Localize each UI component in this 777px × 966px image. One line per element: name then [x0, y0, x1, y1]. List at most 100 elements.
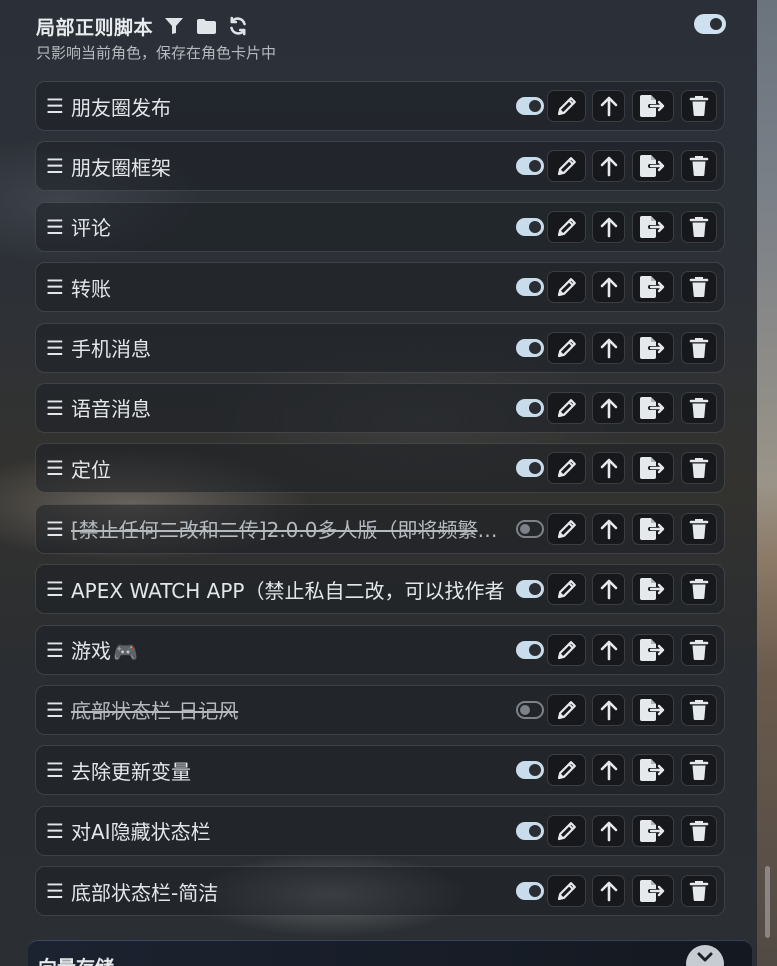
script-enable-toggle[interactable]: [516, 640, 544, 659]
drag-handle-icon[interactable]: ☰: [45, 96, 65, 116]
drag-handle-icon[interactable]: ☰: [45, 458, 65, 478]
export-button[interactable]: [632, 90, 674, 122]
script-row[interactable]: ☰ 朋友圈框架: [35, 141, 725, 192]
chevron-down-icon[interactable]: [686, 945, 724, 966]
script-row[interactable]: ☰ APEX WATCH APP（禁止私自二改，可以找作者: [35, 564, 725, 615]
script-enable-toggle[interactable]: [516, 338, 544, 357]
export-button[interactable]: [632, 633, 674, 666]
script-enable-toggle[interactable]: [516, 459, 544, 478]
vector-storage-section-header[interactable]: 向量存储: [28, 940, 752, 966]
drag-handle-icon[interactable]: ☰: [45, 640, 65, 660]
drag-handle-icon[interactable]: ☰: [45, 519, 65, 539]
script-row[interactable]: ☰ 游戏 🎮: [35, 624, 725, 675]
delete-button[interactable]: [681, 633, 717, 666]
edit-button[interactable]: [547, 875, 586, 908]
move-up-button[interactable]: [592, 875, 625, 908]
delete-button[interactable]: [681, 452, 717, 485]
move-up-button[interactable]: [592, 693, 625, 726]
script-row[interactable]: ☰ 对AI隐藏状态栏: [35, 805, 725, 856]
move-up-button[interactable]: [592, 452, 625, 485]
move-up-button[interactable]: [592, 573, 625, 606]
script-row[interactable]: ☰ 底部状态栏-简洁: [35, 866, 725, 917]
export-button[interactable]: [632, 150, 674, 183]
move-up-button[interactable]: [592, 633, 625, 666]
script-enable-toggle[interactable]: [516, 217, 544, 236]
drag-handle-icon[interactable]: ☰: [45, 821, 65, 841]
delete-button[interactable]: [681, 391, 717, 424]
edit-button[interactable]: [547, 573, 586, 606]
delete-button[interactable]: [681, 150, 717, 183]
edit-button[interactable]: [547, 633, 586, 666]
move-up-button[interactable]: [592, 150, 625, 183]
delete-button[interactable]: [681, 814, 717, 847]
export-button[interactable]: [632, 331, 674, 364]
export-button[interactable]: [632, 814, 674, 847]
folder-icon[interactable]: [195, 15, 217, 37]
script-enable-toggle[interactable]: [516, 580, 544, 599]
drag-handle-icon[interactable]: ☰: [45, 760, 65, 780]
script-row[interactable]: ☰ 定位: [35, 443, 725, 494]
script-enable-toggle[interactable]: [516, 278, 544, 297]
export-button[interactable]: [632, 573, 674, 606]
script-row[interactable]: ☰ 去除更新变量: [35, 745, 725, 796]
scrollbar-thumb[interactable]: [765, 866, 770, 938]
script-enable-toggle[interactable]: [516, 519, 544, 538]
drag-handle-icon[interactable]: ☰: [45, 156, 65, 176]
move-up-button[interactable]: [592, 391, 625, 424]
script-row[interactable]: ☰ 语音消息: [35, 382, 725, 433]
move-up-button[interactable]: [592, 754, 625, 787]
export-button[interactable]: [632, 391, 674, 424]
export-button[interactable]: [632, 512, 674, 545]
export-button[interactable]: [632, 875, 674, 908]
export-button[interactable]: [632, 210, 674, 243]
delete-button[interactable]: [681, 693, 717, 726]
drag-handle-icon[interactable]: ☰: [45, 277, 65, 297]
script-enable-toggle[interactable]: [516, 821, 544, 840]
script-enable-toggle[interactable]: [516, 97, 544, 115]
delete-button[interactable]: [681, 573, 717, 606]
drag-handle-icon[interactable]: ☰: [45, 579, 65, 599]
script-enable-toggle[interactable]: [516, 761, 544, 780]
move-up-button[interactable]: [592, 210, 625, 243]
move-up-button[interactable]: [592, 90, 625, 122]
drag-handle-icon[interactable]: ☰: [45, 398, 65, 418]
master-enable-toggle[interactable]: [694, 14, 726, 34]
script-enable-toggle[interactable]: [516, 882, 544, 901]
delete-button[interactable]: [681, 754, 717, 787]
drag-handle-icon[interactable]: ☰: [45, 700, 65, 720]
script-enable-toggle[interactable]: [516, 157, 544, 176]
export-button[interactable]: [632, 754, 674, 787]
move-up-button[interactable]: [592, 512, 625, 545]
edit-button[interactable]: [547, 452, 586, 485]
drag-handle-icon[interactable]: ☰: [45, 881, 65, 901]
move-up-button[interactable]: [592, 271, 625, 304]
script-enable-toggle[interactable]: [516, 700, 544, 719]
script-row[interactable]: ☰ 评论: [35, 201, 725, 252]
script-enable-toggle[interactable]: [516, 398, 544, 417]
delete-button[interactable]: [681, 512, 717, 545]
edit-button[interactable]: [547, 150, 586, 183]
script-row[interactable]: ☰ 底部状态栏-日记风: [35, 684, 725, 735]
export-button[interactable]: [632, 452, 674, 485]
script-row[interactable]: ☰ [禁止任何二改和二传]2.0.0多人版（即将频繁更新: [35, 503, 725, 554]
export-button[interactable]: [632, 693, 674, 726]
edit-button[interactable]: [547, 331, 586, 364]
script-row[interactable]: ☰ 转账: [35, 262, 725, 313]
delete-button[interactable]: [681, 331, 717, 364]
edit-button[interactable]: [547, 90, 586, 122]
filter-icon[interactable]: [163, 15, 185, 37]
edit-button[interactable]: [547, 271, 586, 304]
edit-button[interactable]: [547, 210, 586, 243]
move-up-button[interactable]: [592, 331, 625, 364]
drag-handle-icon[interactable]: ☰: [45, 217, 65, 237]
edit-button[interactable]: [547, 693, 586, 726]
delete-button[interactable]: [681, 90, 717, 122]
edit-button[interactable]: [547, 754, 586, 787]
edit-button[interactable]: [547, 391, 586, 424]
delete-button[interactable]: [681, 210, 717, 243]
move-up-button[interactable]: [592, 814, 625, 847]
script-row[interactable]: ☰ 手机消息: [35, 322, 725, 373]
delete-button[interactable]: [681, 875, 717, 908]
drag-handle-icon[interactable]: ☰: [45, 338, 65, 358]
delete-button[interactable]: [681, 271, 717, 304]
